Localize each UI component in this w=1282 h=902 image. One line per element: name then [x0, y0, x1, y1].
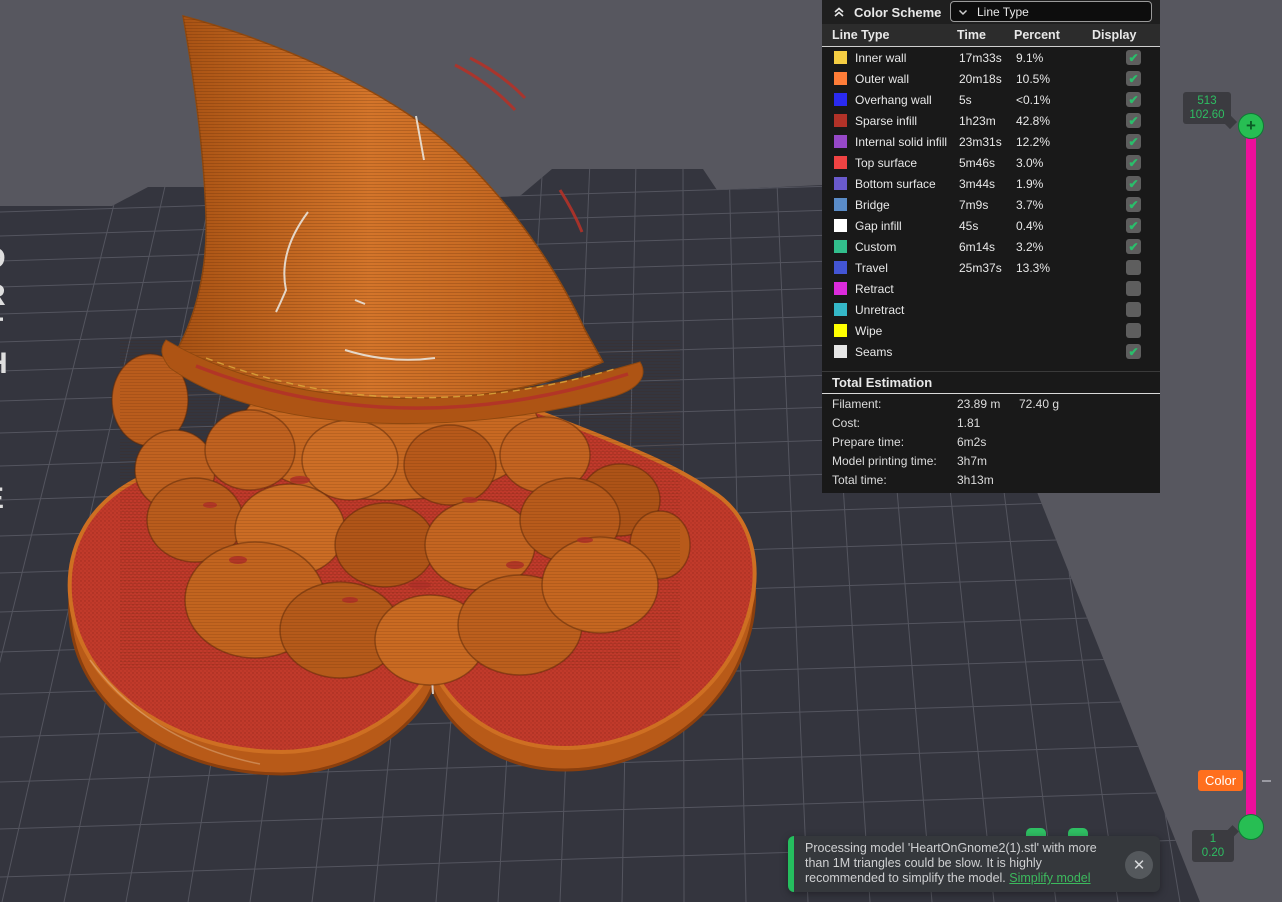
col-header-percent: Percent — [1014, 28, 1092, 42]
color-scheme-dropdown[interactable]: Line Type — [950, 1, 1152, 22]
line-color-chip — [834, 114, 847, 127]
display-checkbox[interactable]: ✔ — [1126, 50, 1141, 65]
display-checkbox[interactable]: ✔ — [1126, 218, 1141, 233]
line-color-chip — [834, 219, 847, 232]
layer-slider-bottom-handle[interactable] — [1238, 814, 1264, 840]
toast-line-1: Processing model 'HeartOnGnome2(1).stl' … — [805, 841, 1116, 856]
display-checkbox[interactable]: ✔ — [1126, 323, 1141, 338]
display-checkbox[interactable]: ✔ — [1126, 155, 1141, 170]
add-color-change-icon: + — [1246, 116, 1256, 136]
total-row: Model printing time:3h7m — [822, 451, 1160, 470]
svg-text:T: T — [0, 312, 3, 345]
col-header-display: Display — [1092, 28, 1152, 42]
table-row: Internal solid infill23m31s12.2%✔ — [822, 131, 1160, 152]
line-color-chip — [834, 324, 847, 337]
toast-accent-bar — [788, 836, 794, 892]
layer-slider-top-handle[interactable]: + — [1238, 113, 1264, 139]
table-row: Wipe✔ — [822, 320, 1160, 341]
line-color-chip — [834, 156, 847, 169]
table-row: Outer wall20m18s10.5%✔ — [822, 68, 1160, 89]
table-row: Retract✔ — [822, 278, 1160, 299]
toast-line-3: recommended to simplify the model. Simpl… — [805, 871, 1116, 886]
svg-text:E: E — [0, 482, 4, 515]
line-color-chip — [834, 303, 847, 316]
line-color-chip — [834, 282, 847, 295]
display-checkbox[interactable]: ✔ — [1126, 302, 1141, 317]
table-row: Bridge7m9s3.7%✔ — [822, 194, 1160, 215]
display-checkbox[interactable]: ✔ — [1126, 260, 1141, 275]
total-row: Prepare time:6m2s — [822, 432, 1160, 451]
bottom-layer-number: 1 — [1196, 832, 1230, 846]
total-estimation-section: Total Estimation Filament:23.89 m72.40 g… — [822, 371, 1160, 489]
simplify-model-link[interactable]: Simplify model — [1009, 871, 1090, 885]
col-header-time: Time — [957, 28, 1014, 42]
line-type-table: Inner wall17m33s9.1%✔ Outer wall20m18s10… — [822, 47, 1160, 362]
color-change-tick — [1262, 780, 1271, 782]
layer-slider-track[interactable] — [1246, 134, 1256, 824]
color-scheme-panel: Color Scheme Line Type Line Type Time Pe… — [822, 0, 1160, 493]
toast-close-button[interactable]: ✕ — [1125, 851, 1153, 879]
line-color-chip — [834, 93, 847, 106]
table-row: Inner wall17m33s9.1%✔ — [822, 47, 1160, 68]
panel-titlebar: Color Scheme Line Type — [822, 0, 1160, 24]
bottom-layer-height: 0.20 — [1196, 846, 1230, 860]
layer-slider-bottom-tooltip: 1 0.20 — [1192, 830, 1234, 862]
line-color-chip — [834, 198, 847, 211]
top-layer-number: 513 — [1187, 94, 1227, 108]
display-checkbox[interactable]: ✔ — [1126, 344, 1141, 359]
table-row: Seams✔ — [822, 341, 1160, 362]
display-checkbox[interactable]: ✔ — [1126, 197, 1141, 212]
table-row: Gap infill45s0.4%✔ — [822, 215, 1160, 236]
dropdown-value: Line Type — [977, 5, 1029, 19]
collapse-panel-icon[interactable] — [832, 5, 846, 19]
display-checkbox[interactable]: ✔ — [1126, 281, 1141, 296]
close-icon: ✕ — [1133, 858, 1146, 873]
line-color-chip — [834, 135, 847, 148]
total-estimation-title: Total Estimation — [822, 372, 1160, 394]
table-row: Overhang wall5s<0.1%✔ — [822, 89, 1160, 110]
table-row: Travel25m37s13.3%✔ — [822, 257, 1160, 278]
viewport-3d[interactable]: DRT HIE — [0, 0, 1282, 902]
color-change-badge[interactable]: Color — [1198, 770, 1243, 791]
display-checkbox[interactable]: ✔ — [1126, 239, 1141, 254]
total-row: Filament:23.89 m72.40 g — [822, 394, 1160, 413]
col-header-line-type: Line Type — [832, 28, 957, 42]
table-row: Unretract✔ — [822, 299, 1160, 320]
table-row: Bottom surface3m44s1.9%✔ — [822, 173, 1160, 194]
total-row: Cost:1.81 — [822, 413, 1160, 432]
line-type-table-header: Line Type Time Percent Display — [822, 24, 1160, 47]
line-color-chip — [834, 51, 847, 64]
display-checkbox[interactable]: ✔ — [1126, 113, 1141, 128]
display-checkbox[interactable]: ✔ — [1126, 134, 1141, 149]
table-row: Custom6m14s3.2%✔ — [822, 236, 1160, 257]
layer-slider-top-tooltip: 513 102.60 — [1183, 92, 1231, 124]
top-layer-height: 102.60 — [1187, 108, 1227, 122]
chevron-down-icon — [957, 6, 969, 18]
line-color-chip — [834, 72, 847, 85]
panel-title: Color Scheme — [854, 5, 941, 20]
table-row: Sparse infill1h23m42.8%✔ — [822, 110, 1160, 131]
svg-text:D: D — [0, 242, 6, 275]
line-color-chip — [834, 345, 847, 358]
svg-text:R: R — [0, 279, 6, 312]
display-checkbox[interactable]: ✔ — [1126, 92, 1141, 107]
line-color-chip — [834, 261, 847, 274]
line-color-chip — [834, 177, 847, 190]
display-checkbox[interactable]: ✔ — [1126, 176, 1141, 191]
svg-text:H: H — [0, 347, 8, 380]
toast-line-2: than 1M triangles could be slow. It is h… — [805, 856, 1116, 871]
line-color-chip — [834, 240, 847, 253]
total-row: Total time:3h13m — [822, 470, 1160, 489]
notification-toast: Processing model 'HeartOnGnome2(1).stl' … — [788, 836, 1160, 892]
display-checkbox[interactable]: ✔ — [1126, 71, 1141, 86]
table-row: Top surface5m46s3.0%✔ — [822, 152, 1160, 173]
